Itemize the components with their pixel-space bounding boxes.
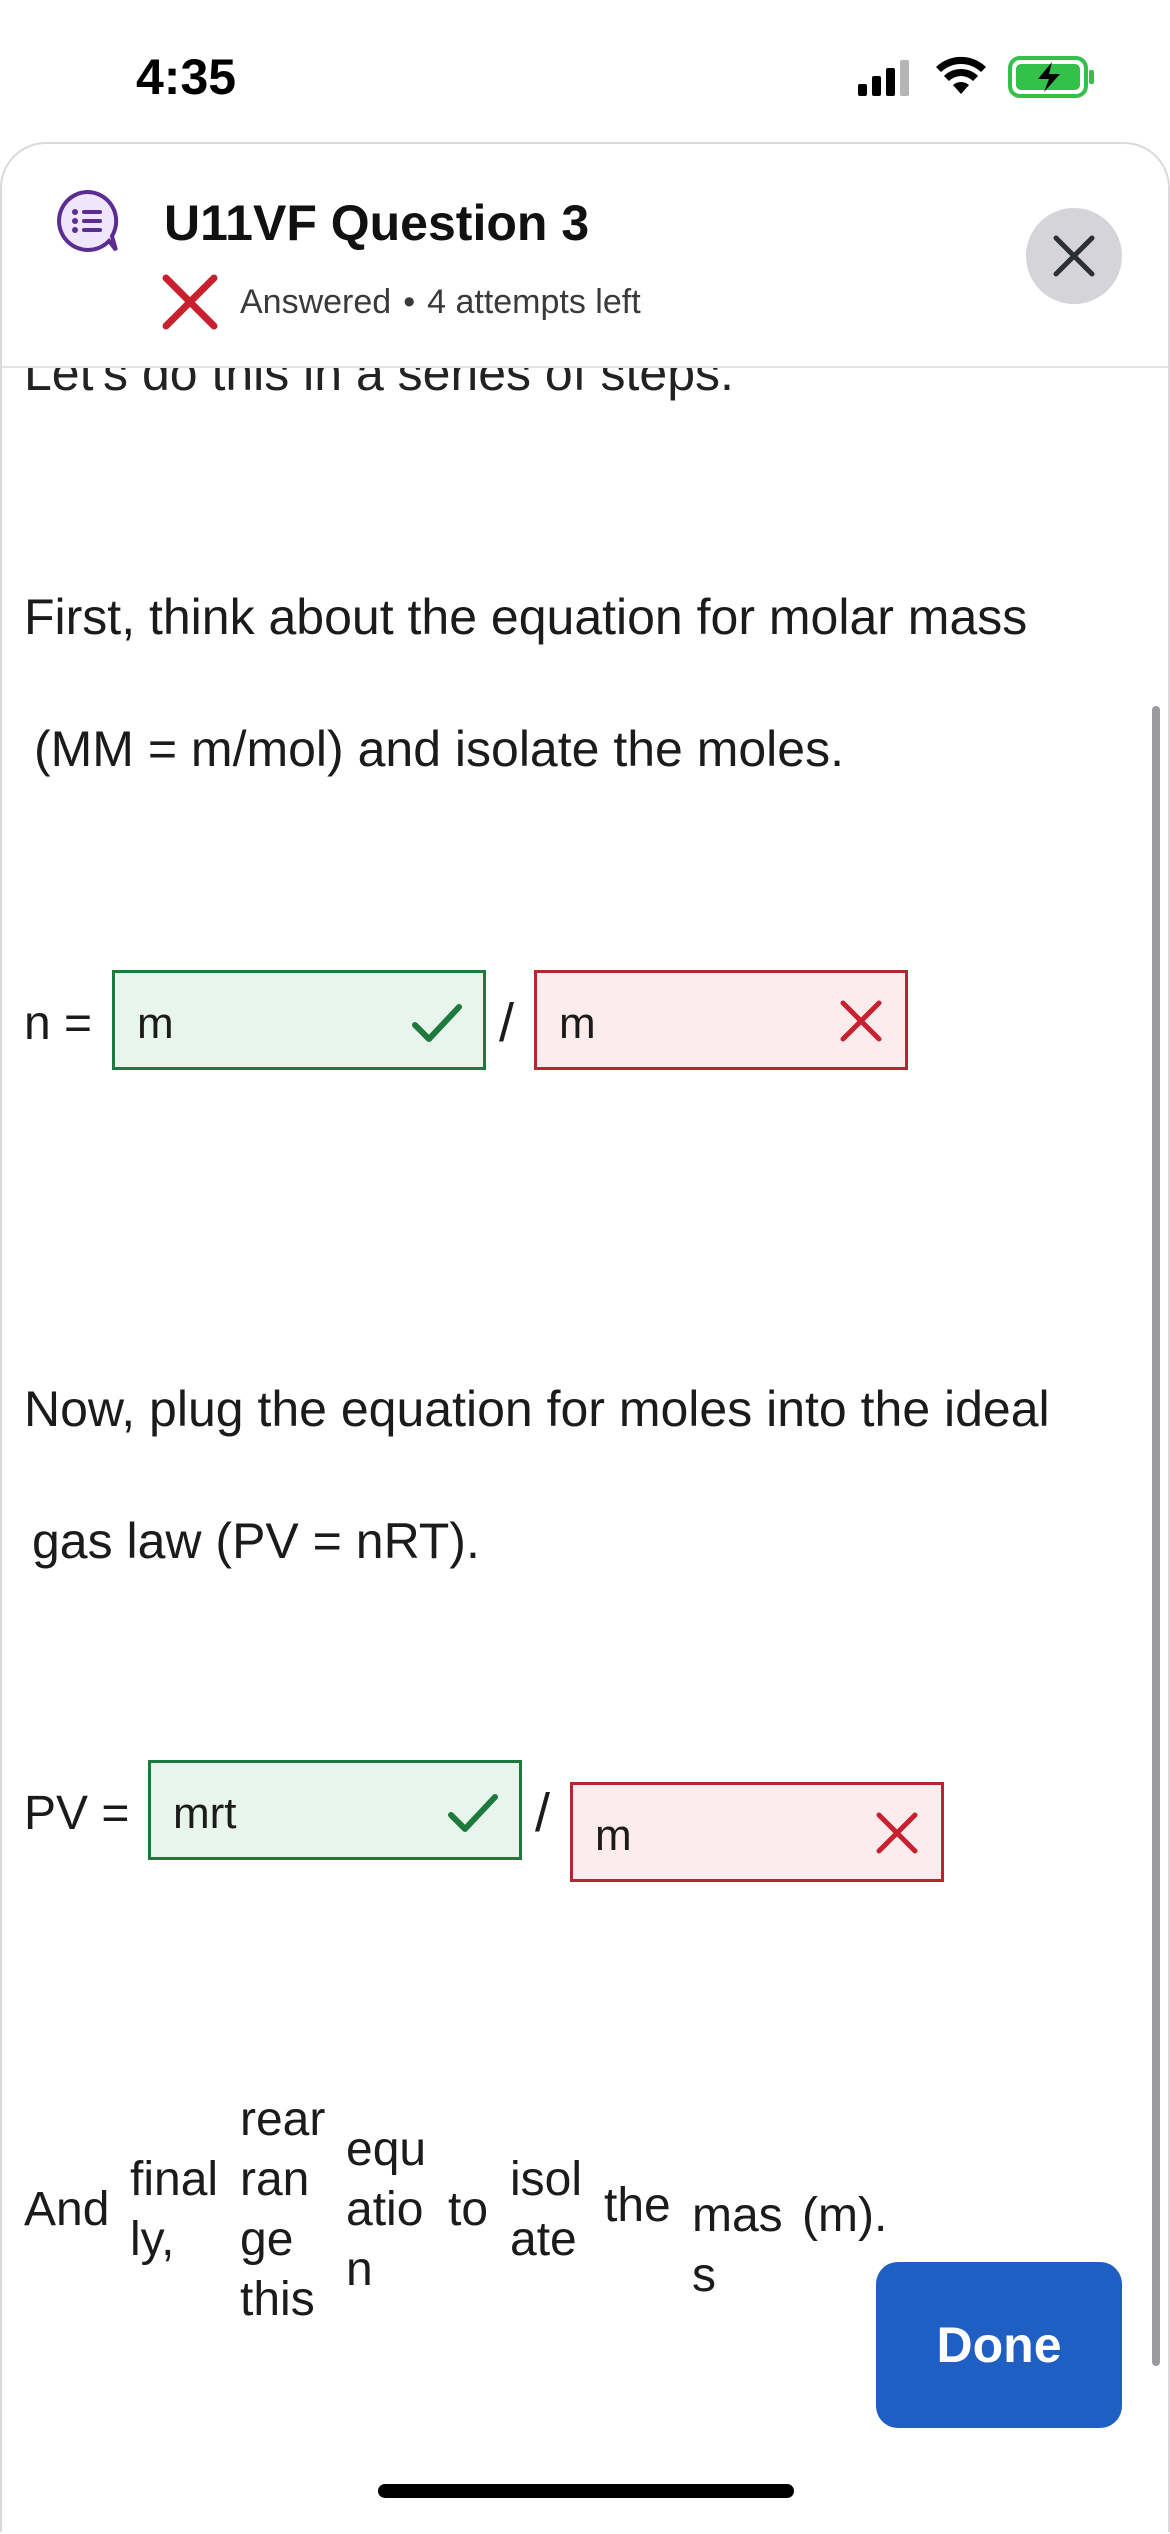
- eq1-denominator-field[interactable]: m: [534, 970, 908, 1070]
- close-icon: [1053, 235, 1095, 277]
- battery-charging-icon: [1008, 56, 1094, 98]
- incorrect-x-icon: [876, 1812, 918, 1854]
- step3-word: atio: [346, 2183, 424, 2236]
- eq2-denominator-value: m: [595, 1811, 632, 1860]
- checkmark-icon: [448, 1794, 498, 1832]
- step3-word: rear: [240, 2093, 326, 2146]
- eq2-fraction-slash: /: [535, 1783, 551, 1843]
- eq1-fraction-slash: /: [499, 993, 515, 1053]
- eq2-numerator-field[interactable]: mrt: [148, 1760, 522, 1860]
- wifi-icon: [936, 56, 986, 94]
- separator-dot: •: [403, 282, 416, 321]
- question-list-icon: [57, 189, 119, 252]
- step3-word: And: [24, 2183, 110, 2236]
- step3-word: n: [346, 2243, 373, 2296]
- step1-text-line1: First, think about the equation for mola…: [24, 589, 1028, 645]
- step3-word: isol: [510, 2153, 583, 2206]
- step3-word: (m).: [802, 2189, 888, 2242]
- question-sheet: U11VF Question 3 Answered • 4 attempts l…: [0, 142, 1170, 2532]
- answer-status: Answered • 4 attempts left: [160, 272, 641, 332]
- signal-icon: [858, 60, 909, 96]
- eq2-label: PV =: [24, 1787, 130, 1840]
- step3-word: final: [130, 2153, 219, 2206]
- answered-label: Answered: [240, 282, 392, 321]
- status-time: 4:35: [136, 49, 237, 105]
- step2-text-line2: gas law (PV = nRT).: [32, 1513, 480, 1569]
- step3-word: mas: [692, 2189, 783, 2242]
- question-header: U11VF Question 3 Answered • 4 attempts l…: [2, 144, 1168, 368]
- step3-word: the: [604, 2179, 671, 2232]
- eq1-numerator-field[interactable]: m: [112, 970, 486, 1070]
- status-bar: 4:35: [0, 0, 1170, 150]
- intro-text: Let's do this in a series of steps.: [24, 366, 734, 401]
- eq2-denominator-field[interactable]: m: [570, 1782, 944, 1882]
- attempts-left: 4 attempts left: [427, 282, 641, 321]
- step3-word: s: [692, 2249, 716, 2302]
- scrollbar[interactable]: [1152, 706, 1160, 2366]
- question-content: Let's do this in a series of steps. Firs…: [2, 366, 1168, 2534]
- step3-word: to: [448, 2183, 489, 2236]
- step3-word: equ: [346, 2123, 427, 2176]
- eq1-label: n =: [24, 997, 93, 1050]
- step3-word: ly,: [130, 2213, 175, 2266]
- step3-word: ran: [240, 2153, 310, 2206]
- incorrect-x-icon: [162, 274, 218, 330]
- step1-text-line2: (MM = m/mol) and isolate the moles.: [34, 721, 844, 777]
- question-title: U11VF Question 3: [164, 195, 590, 251]
- eq1-numerator-value: m: [137, 999, 174, 1048]
- step3-word: this: [240, 2273, 315, 2326]
- checkmark-icon: [412, 1004, 462, 1042]
- step2-text-line1: Now, plug the equation for moles into th…: [24, 1381, 1050, 1437]
- close-button[interactable]: [1026, 208, 1122, 304]
- step3-word: ge: [240, 2213, 294, 2266]
- eq1-denominator-value: m: [559, 999, 596, 1048]
- done-button[interactable]: Done: [876, 2262, 1122, 2428]
- home-indicator: [378, 2484, 794, 2498]
- eq2-numerator-value: mrt: [173, 1789, 237, 1838]
- step3-word: ate: [510, 2213, 577, 2266]
- incorrect-x-icon: [840, 1000, 882, 1042]
